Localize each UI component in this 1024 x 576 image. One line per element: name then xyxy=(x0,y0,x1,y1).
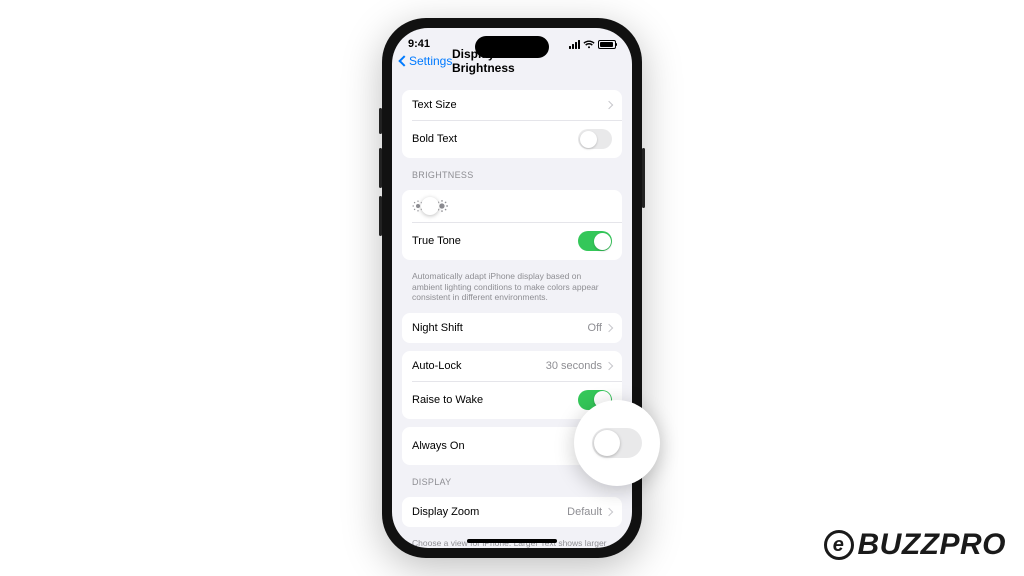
row-label: Bold Text xyxy=(412,133,457,145)
zoom-highlight xyxy=(574,400,660,486)
row-label: Always On xyxy=(412,440,465,452)
night-shift-row[interactable]: Night Shift Off xyxy=(402,313,622,343)
back-label: Settings xyxy=(409,54,452,68)
row-value: 30 seconds xyxy=(546,360,602,372)
chevron-right-icon xyxy=(605,101,613,109)
brightness-header: Brightness xyxy=(392,166,632,182)
volume-down-button xyxy=(379,196,382,236)
home-indicator[interactable] xyxy=(467,539,557,543)
row-label: Auto-Lock xyxy=(412,360,462,372)
status-time: 9:41 xyxy=(408,38,430,50)
row-label: True Tone xyxy=(412,235,461,247)
watermark-badge: e xyxy=(824,530,854,560)
brightness-group: True Tone xyxy=(402,190,622,260)
row-label: Night Shift xyxy=(412,322,463,334)
row-label: Raise to Wake xyxy=(412,394,483,406)
battery-icon xyxy=(598,40,616,49)
chevron-right-icon xyxy=(605,508,613,516)
bold-text-row[interactable]: Bold Text xyxy=(402,120,622,158)
row-label: Display Zoom xyxy=(412,506,479,518)
bold-text-toggle[interactable] xyxy=(578,129,612,149)
true-tone-toggle[interactable] xyxy=(578,231,612,251)
row-value: Off xyxy=(588,322,602,334)
auto-lock-row[interactable]: Auto-Lock 30 seconds xyxy=(402,351,622,381)
brightness-slider-row[interactable] xyxy=(402,190,622,222)
wifi-icon xyxy=(583,40,595,49)
night-shift-group: Night Shift Off xyxy=(402,313,622,343)
row-value: Default xyxy=(567,506,602,518)
chevron-right-icon xyxy=(605,324,613,332)
always-on-toggle-zoomed xyxy=(592,428,642,458)
watermark-text: BUZZPRO xyxy=(858,528,1007,562)
dynamic-island xyxy=(475,36,549,58)
slider-thumb[interactable] xyxy=(421,197,439,215)
volume-up-button xyxy=(379,148,382,188)
chevron-left-icon xyxy=(398,55,409,66)
true-tone-footer: Automatically adapt iPhone display based… xyxy=(392,268,632,305)
chevron-right-icon xyxy=(605,362,613,370)
watermark: e BUZZPRO xyxy=(824,528,1007,562)
display-zoom-row[interactable]: Display Zoom Default xyxy=(402,497,622,527)
power-button xyxy=(642,148,645,208)
mute-switch xyxy=(379,108,382,134)
true-tone-row[interactable]: True Tone xyxy=(402,222,622,260)
row-label: Text Size xyxy=(412,99,457,111)
text-group: Text Size Bold Text xyxy=(402,90,622,158)
back-button[interactable]: Settings xyxy=(400,54,452,68)
display-zoom-group: Display Zoom Default xyxy=(402,497,622,527)
text-size-row[interactable]: Text Size xyxy=(402,90,622,120)
